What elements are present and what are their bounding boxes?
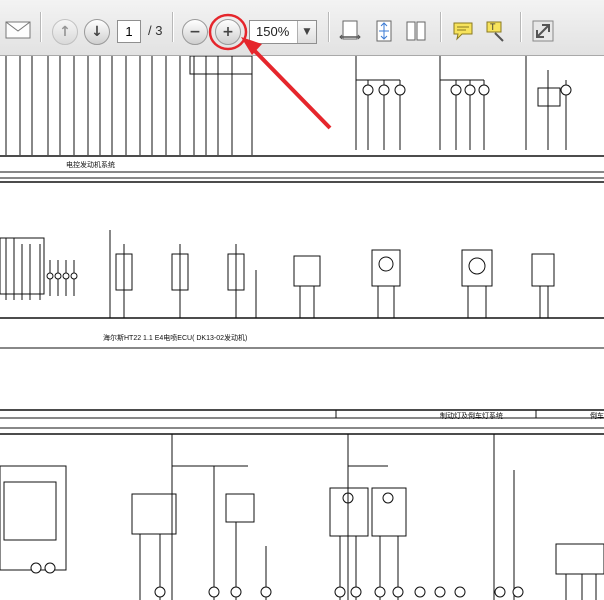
minus-icon: − [189,24,201,40]
expand-view-button[interactable] [530,18,556,44]
fit-width-icon [339,20,361,40]
next-page-button[interactable]: ↓ [84,19,110,45]
comment-button[interactable] [450,18,476,44]
fit-page-icon [376,20,392,42]
arrow-down-icon: ↓ [91,24,103,40]
pdf-toolbar: ↑ ↓ 1 / 3 − + 150% ▼ T [0,0,604,56]
email-button[interactable] [4,18,32,42]
zoom-out-button[interactable]: − [182,19,208,45]
zoom-in-button[interactable]: + [215,19,241,45]
document-viewport[interactable]: 电控发动机系统 海尔斯HT22 1.1 E4电喷ECU( DK13-02发动机)… [0,56,604,600]
svg-text:T: T [490,22,496,32]
two-page-icon [406,21,426,41]
section-caption: 倒车警 [590,413,604,420]
speech-bubble-icon [453,22,473,41]
toolbar-separator [328,12,329,42]
wiring-diagram [0,56,604,600]
page-total-label: / 3 [148,23,163,38]
zoom-level-select[interactable]: 150% ▼ [249,20,317,44]
zoom-level-value: 150% [256,24,290,39]
chevron-down-icon[interactable]: ▼ [297,21,316,43]
arrow-up-icon: ↑ [59,24,71,40]
highlight-text-button[interactable]: T [482,18,508,44]
plus-icon: + [222,24,234,40]
section-caption: 海尔斯HT22 1.1 E4电喷ECU( DK13-02发动机) [103,335,248,342]
fit-page-button[interactable] [372,18,396,44]
current-page-input[interactable]: 1 [117,20,141,43]
section-caption: 电控发动机系统 [66,162,115,169]
highlight-text-icon: T [486,21,504,42]
fit-width-button[interactable] [338,18,362,44]
expand-arrows-icon [532,20,554,42]
envelope-icon [5,21,31,39]
toolbar-separator [40,12,41,42]
two-page-view-button[interactable] [404,18,428,44]
section-caption: 制动灯及倒车灯系统 [440,413,503,420]
toolbar-separator [172,12,173,42]
toolbar-separator [520,12,521,42]
toolbar-separator [440,12,441,42]
previous-page-button[interactable]: ↑ [52,19,78,45]
